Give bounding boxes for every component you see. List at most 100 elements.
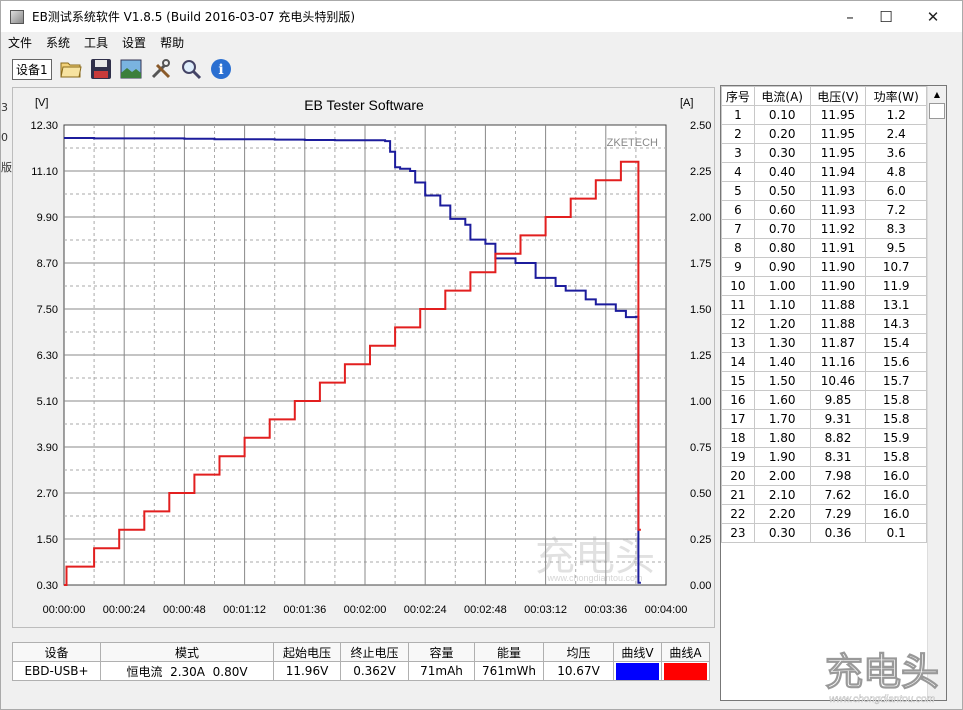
table-row[interactable]: 15 1.50 10.46 15.7 (721, 371, 927, 391)
table-row[interactable]: 14 1.40 11.16 15.6 (721, 352, 927, 372)
table-row[interactable]: 17 1.70 9.31 15.8 (721, 409, 927, 429)
col-current-cell: 1.60 (753, 390, 811, 410)
col-index-cell: 18 (721, 428, 755, 448)
summary-start-voltage: 11.96V (273, 661, 341, 681)
y-right-tick-label: 1.25 (690, 350, 711, 362)
col-voltage-cell: 11.88 (809, 314, 867, 334)
chart-panel: EB Tester Software [V] [A] ZKETECH 充电头 w… (12, 87, 715, 628)
table-row[interactable]: 21 2.10 7.62 16.0 (721, 485, 927, 505)
info-icon[interactable]: i (208, 56, 234, 82)
menu-file[interactable]: 文件 (1, 34, 39, 51)
save-icon[interactable] (88, 56, 114, 82)
folder-open-icon[interactable] (58, 56, 84, 82)
x-tick-label: 00:02:48 (464, 604, 507, 616)
table-row[interactable]: 11 1.10 11.88 13.1 (721, 295, 927, 315)
y-right-tick-label: 1.50 (690, 304, 711, 316)
col-power-cell: 15.8 (865, 447, 927, 467)
x-tick-label: 00:02:24 (404, 604, 447, 616)
menu-bar: 文件 系统 工具 设置 帮助 (1, 32, 962, 52)
table-row[interactable]: 1 0.10 11.95 1.2 (721, 105, 927, 125)
col-voltage-header[interactable]: 电压(V) (809, 86, 867, 106)
col-current-cell: 0.90 (753, 257, 811, 277)
menu-tools[interactable]: 工具 (77, 34, 115, 51)
table-row[interactable]: 12 1.20 11.88 14.3 (721, 314, 927, 334)
table-row[interactable]: 10 1.00 11.90 11.9 (721, 276, 927, 296)
summary-header-row: 设备 模式 起始电压 终止电压 容量 能量 均压 曲线V 曲线A (12, 642, 710, 662)
close-button[interactable]: ✕ (910, 1, 956, 32)
maximize-button[interactable]: ☐ (863, 1, 909, 32)
summary-energy-header: 能量 (474, 642, 544, 662)
table-row[interactable]: 4 0.40 11.94 4.8 (721, 162, 927, 182)
table-row[interactable]: 19 1.90 8.31 15.8 (721, 447, 927, 467)
table-row[interactable]: 18 1.80 8.82 15.9 (721, 428, 927, 448)
col-current-cell: 0.40 (753, 162, 811, 182)
col-voltage-cell: 11.95 (809, 105, 867, 125)
y-left-tick-label: 6.30 (37, 350, 58, 362)
table-body: 1 0.10 11.95 1.2 2 0.20 11.95 2.4 3 0.30 11.95 3.6 4… (721, 105, 927, 543)
x-tick-label: 00:03:36 (584, 604, 627, 616)
col-current-cell: 1.40 (753, 352, 811, 372)
curve-a-swatch-cell[interactable] (661, 661, 710, 681)
watermark-url: www.chongdiantou.com (546, 573, 642, 583)
summary-curve-v-header[interactable]: 曲线V (613, 642, 662, 662)
scroll-thumb[interactable] (929, 103, 945, 119)
table-row[interactable]: 5 0.50 11.93 6.0 (721, 181, 927, 201)
table-row[interactable]: 13 1.30 11.87 15.4 (721, 333, 927, 353)
col-current-header[interactable]: 电流(A) (753, 86, 811, 106)
table-row[interactable]: 6 0.60 11.93 7.2 (721, 200, 927, 220)
col-current-cell: 0.80 (753, 238, 811, 258)
image-icon[interactable] (118, 56, 144, 82)
col-current-cell: 1.30 (753, 333, 811, 353)
edge-text: 3 (1, 101, 8, 114)
col-index-cell: 6 (721, 200, 755, 220)
y-right-tick-label: 0.25 (690, 534, 711, 546)
curve-a-color-swatch[interactable] (664, 662, 707, 680)
col-power-header[interactable]: 功率(W) (865, 86, 927, 106)
y-right-tick-label: 2.50 (690, 120, 711, 132)
device-tab[interactable]: 设备1 (12, 58, 52, 80)
x-tick-label: 00:02:00 (344, 604, 387, 616)
table-row[interactable]: 20 2.00 7.98 16.0 (721, 466, 927, 486)
col-current-cell: 0.30 (753, 523, 811, 543)
table-row[interactable]: 16 1.60 9.85 15.8 (721, 390, 927, 410)
col-voltage-cell: 11.94 (809, 162, 867, 182)
y-right-tick-label: 0.50 (690, 488, 711, 500)
col-power-cell: 15.8 (865, 390, 927, 410)
menu-system[interactable]: 系统 (39, 34, 77, 51)
table-row[interactable]: 3 0.30 11.95 3.6 (721, 143, 927, 163)
table-row[interactable]: 23 0.30 0.36 0.1 (721, 523, 927, 543)
col-power-cell: 9.5 (865, 238, 927, 258)
readings-table-panel[interactable]: 序号 电流(A) 电压(V) 功率(W) 1 0.10 11.95 1.2 2 0.20 1… (720, 85, 947, 701)
col-voltage-cell: 11.91 (809, 238, 867, 258)
summary-curve-a-header[interactable]: 曲线A (661, 642, 710, 662)
corner-watermark-logo: 充电头 (825, 650, 939, 694)
y-right-tick-label: 1.75 (690, 258, 711, 270)
table-row[interactable]: 8 0.80 11.91 9.5 (721, 238, 927, 258)
tools-icon[interactable] (148, 56, 174, 82)
col-index-cell: 16 (721, 390, 755, 410)
col-index-cell: 20 (721, 466, 755, 486)
col-voltage-cell: 8.31 (809, 447, 867, 467)
left-axis-unit: [V] (35, 97, 48, 109)
col-current-cell: 2.20 (753, 504, 811, 524)
y-left-tick-label: 2.70 (37, 488, 58, 500)
col-index-header[interactable]: 序号 (721, 86, 755, 106)
col-index-cell: 17 (721, 409, 755, 429)
table-row[interactable]: 7 0.70 11.92 8.3 (721, 219, 927, 239)
col-voltage-cell: 11.92 (809, 219, 867, 239)
y-left-tick-label: 7.50 (37, 304, 58, 316)
scroll-up-arrow-icon[interactable]: ▲ (928, 86, 946, 103)
table-row[interactable]: 2 0.20 11.95 2.4 (721, 124, 927, 144)
table-row[interactable]: 22 2.20 7.29 16.0 (721, 504, 927, 524)
table-scrollbar[interactable]: ▲ (927, 86, 946, 700)
curve-v-swatch-cell[interactable] (613, 661, 662, 681)
search-icon[interactable] (178, 56, 204, 82)
table-row[interactable]: 9 0.90 11.90 10.7 (721, 257, 927, 277)
col-current-cell: 1.00 (753, 276, 811, 296)
chart: EB Tester Software [V] [A] ZKETECH 充电头 w… (30, 97, 711, 616)
curve-v-color-swatch[interactable] (616, 662, 659, 680)
menu-settings[interactable]: 设置 (115, 34, 153, 51)
title-bar[interactable]: EB测试系统软件 V1.8.5 (Build 2016-03-07 充电头特别版… (1, 1, 962, 32)
col-power-cell: 16.0 (865, 466, 927, 486)
menu-help[interactable]: 帮助 (153, 34, 191, 51)
